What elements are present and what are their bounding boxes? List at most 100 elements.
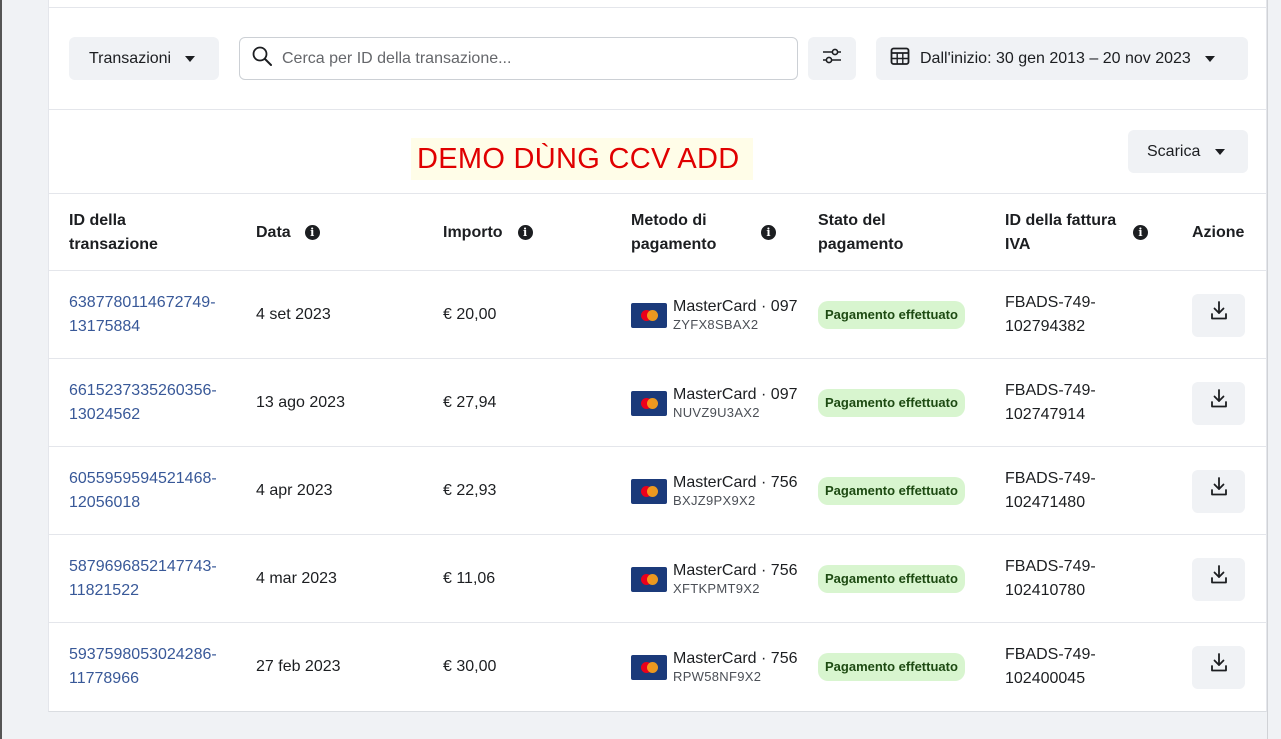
header-label: Stato del	[818, 211, 886, 229]
invoice-id-line: FBADS-749-	[1005, 646, 1096, 663]
transaction-id-line: 13175884	[69, 318, 141, 335]
column-header-amount[interactable]: Importo i	[443, 194, 533, 271]
amount-value: € 11,06	[443, 570, 496, 587]
date-range-picker[interactable]: Dall'inizio: 30 gen 2013 – 20 nov 2023	[876, 37, 1248, 80]
download-icon	[1209, 564, 1229, 594]
transaction-id-line: 12056018	[69, 494, 141, 511]
header-label: IVA	[1005, 235, 1031, 253]
table-row: 6055959594521468- 12056018 4 apr 2023 € …	[49, 447, 1266, 535]
transaction-id-cell: 5879696852147743- 11821522	[69, 535, 217, 623]
mastercard-icon	[631, 566, 667, 592]
transaction-id-cell: 6387780114672749- 13175884	[69, 271, 216, 359]
caret-down-icon	[1204, 55, 1215, 62]
transaction-id-line: 6055959594521468-	[69, 470, 217, 487]
invoice-id-cell: FBADS-749- 102747914	[1005, 359, 1096, 447]
transaction-id-line: 6615237335260356-	[69, 382, 217, 399]
payment-method-name: MasterCard · 756	[673, 474, 798, 491]
search-icon	[252, 46, 272, 71]
column-header-payment-status[interactable]: Stato del pagamento	[818, 194, 903, 271]
transaction-id-cell: 6615237335260356- 13024562	[69, 359, 217, 447]
payment-method-cell: MasterCard · 756 XFTKPMT9X2	[631, 535, 801, 623]
invoice-id-line: 102794382	[1005, 318, 1086, 335]
header-label: Data	[256, 223, 291, 241]
date-value: 27 feb 2023	[256, 658, 341, 675]
mastercard-icon	[631, 302, 667, 328]
date-value: 4 set 2023	[256, 306, 331, 323]
scrollbar-track[interactable]	[1267, 0, 1281, 739]
info-icon[interactable]: i	[304, 225, 320, 240]
search-input[interactable]	[282, 49, 782, 68]
download-dropdown[interactable]: Scarica	[1128, 130, 1248, 173]
action-cell	[1192, 271, 1245, 359]
payment-method-name: MasterCard · 756	[673, 650, 798, 667]
table-row: 5937598053024286- 11778966 27 feb 2023 €…	[49, 623, 1266, 711]
column-header-action: Azione	[1192, 194, 1244, 271]
info-icon[interactable]: i	[517, 225, 533, 240]
info-icon[interactable]: i	[1133, 225, 1148, 240]
action-cell	[1192, 359, 1245, 447]
date-cell: 27 feb 2023	[256, 623, 341, 711]
date-value: 13 ago 2023	[256, 394, 345, 411]
download-invoice-button[interactable]	[1192, 469, 1245, 513]
transaction-id-line: 5879696852147743-	[69, 558, 217, 575]
header-label: pagamento	[818, 235, 904, 253]
amount-cell: € 30,00	[443, 623, 496, 711]
download-invoice-button[interactable]	[1192, 645, 1245, 689]
info-icon[interactable]: i	[761, 225, 776, 240]
download-icon	[1209, 652, 1229, 682]
transactions-dropdown[interactable]: Transazioni	[69, 37, 219, 80]
status-badge: Pagamento effettuato	[818, 477, 965, 505]
status-badge: Pagamento effettuato	[818, 565, 965, 593]
invoice-id-line: FBADS-749-	[1005, 382, 1096, 399]
header-label: ID della	[69, 211, 126, 229]
download-icon	[1209, 388, 1229, 418]
invoice-id-cell: FBADS-749- 102794382	[1005, 271, 1096, 359]
filter-settings-button[interactable]	[808, 37, 856, 80]
payment-method-cell: MasterCard · 097 ZYFX8SBAX2	[631, 271, 801, 359]
amount-cell: € 20,00	[443, 271, 496, 359]
payment-status-cell: Pagamento effettuato	[818, 271, 965, 359]
demo-watermark-text: DEMO DÙNG CCV ADD	[411, 138, 753, 180]
mastercard-icon	[631, 478, 667, 504]
download-icon	[1209, 300, 1229, 330]
status-badge: Pagamento effettuato	[818, 389, 965, 417]
date-cell: 13 ago 2023	[256, 359, 345, 447]
payment-status-cell: Pagamento effettuato	[818, 535, 965, 623]
payment-method-cell: MasterCard · 097 NUVZ9U3AX2	[631, 359, 801, 447]
table-row: 6615237335260356- 13024562 13 ago 2023 €…	[49, 359, 1266, 447]
payment-method-code: RPW58NF9X2	[673, 669, 762, 684]
transaction-id-link[interactable]: 5937598053024286- 11778966	[69, 643, 217, 691]
transaction-id-link[interactable]: 5879696852147743- 11821522	[69, 555, 217, 603]
column-header-transaction-id[interactable]: ID della transazione	[69, 194, 158, 271]
toolbar-row: DEMO DÙNG CCV ADD Scarica	[49, 110, 1266, 194]
amount-value: € 30,00	[443, 658, 497, 675]
action-cell	[1192, 535, 1245, 623]
download-invoice-button[interactable]	[1192, 293, 1245, 337]
transaction-id-line: 6387780114672749-	[69, 294, 216, 311]
download-invoice-button[interactable]	[1192, 557, 1245, 601]
transaction-id-cell: 6055959594521468- 12056018	[69, 447, 217, 535]
filter-bar: Transazioni Cerca per ID della transazio…	[49, 8, 1266, 110]
date-range-label: Dall'inizio: 30 gen 2013 – 20 nov 2023	[920, 49, 1191, 67]
payment-status-cell: Pagamento effettuato	[818, 359, 965, 447]
download-invoice-button[interactable]	[1192, 381, 1245, 425]
header-label: Importo	[443, 223, 503, 241]
column-header-payment-method[interactable]: Metodo di pagamento i	[631, 194, 776, 271]
transaction-id-link[interactable]: 6615237335260356- 13024562	[69, 379, 217, 427]
status-badge: Pagamento effettuato	[818, 301, 965, 329]
header-label: Metodo di	[631, 211, 707, 229]
payment-method-name: MasterCard · 756	[673, 562, 798, 579]
download-icon	[1209, 476, 1229, 506]
transaction-id-link[interactable]: 6387780114672749- 13175884	[69, 291, 216, 339]
header-label: ID della fattura	[1005, 211, 1117, 229]
column-header-date[interactable]: Data i	[256, 194, 320, 271]
invoice-id-line: FBADS-749-	[1005, 294, 1096, 311]
invoice-id-cell: FBADS-749- 102471480	[1005, 447, 1096, 535]
window-left-border	[0, 0, 2, 739]
column-header-invoice-id[interactable]: ID della fattura IVA i	[1005, 194, 1148, 271]
transaction-id-link[interactable]: 6055959594521468- 12056018	[69, 467, 217, 515]
amount-cell: € 22,93	[443, 447, 496, 535]
search-box[interactable]	[239, 37, 798, 80]
header-label: pagamento	[631, 235, 717, 253]
status-badge: Pagamento effettuato	[818, 653, 965, 681]
